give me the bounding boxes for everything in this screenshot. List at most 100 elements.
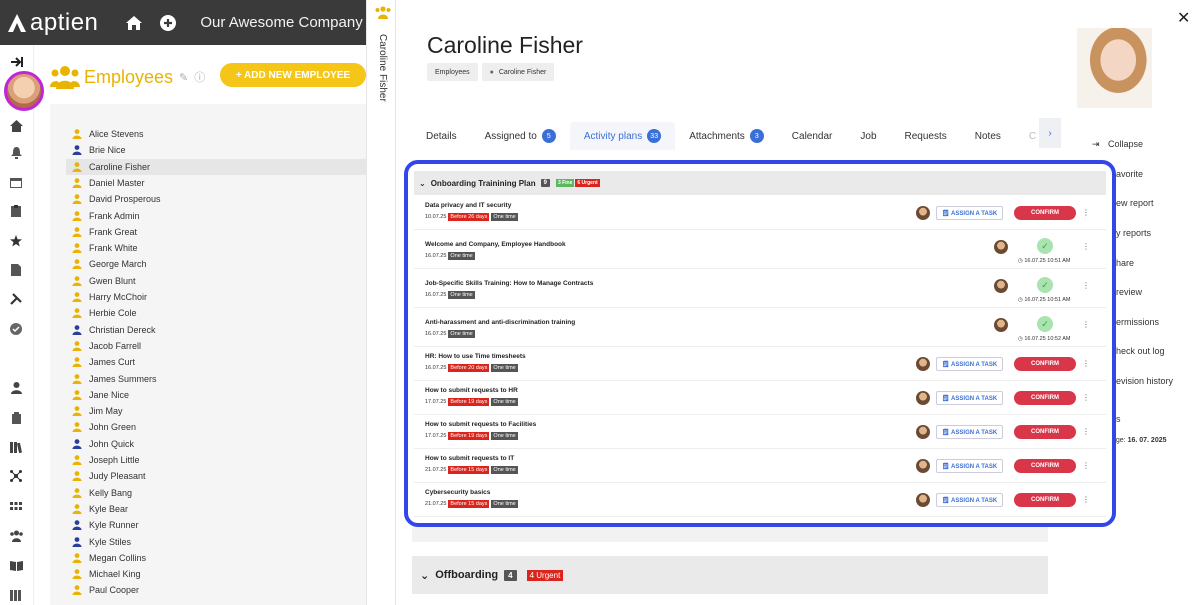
info-icon[interactable]: ⓘ [194, 69, 205, 85]
tab-job[interactable]: Job [846, 122, 890, 150]
more-icon[interactable]: ⋮ [1082, 359, 1090, 368]
employee-list-item[interactable]: John Green [72, 419, 366, 435]
tab-requests[interactable]: Requests [891, 122, 961, 150]
right-menu-item[interactable]: ermissions [1116, 317, 1159, 327]
assign-task-button[interactable]: 🗒 ASSIGN A TASK [936, 425, 1004, 439]
right-menu-item[interactable]: hare [1116, 258, 1134, 268]
library-icon[interactable] [9, 440, 23, 454]
add-icon[interactable] [158, 13, 178, 33]
assignee-avatar[interactable] [916, 357, 930, 371]
right-menu-item[interactable]: y reports [1116, 228, 1151, 238]
employee-list-item[interactable]: Kyle Stiles [72, 534, 366, 550]
confirm-button[interactable]: CONFIRM [1014, 459, 1076, 473]
employee-list-item[interactable]: Daniel Master [72, 175, 366, 191]
right-menu-item[interactable]: heck out log [1116, 346, 1165, 356]
tools-icon[interactable] [9, 292, 23, 306]
plan-header[interactable]: ⌄ Onboarding Trainining Plan 9 3 Fine 6 … [414, 171, 1106, 195]
employee-list-item[interactable]: Jane Nice [72, 387, 366, 403]
breadcrumb-current[interactable]: ● Caroline Fisher [481, 63, 555, 81]
tab-calendar[interactable]: Calendar [778, 122, 847, 150]
more-icon[interactable]: ⋮ [1082, 242, 1090, 251]
assign-task-button[interactable]: 🗒 ASSIGN A TASK [936, 493, 1004, 507]
close-icon[interactable]: ✕ [1177, 8, 1190, 28]
grid-icon[interactable] [9, 499, 23, 513]
confirm-button[interactable]: CONFIRM [1014, 425, 1076, 439]
more-icon[interactable]: ⋮ [1082, 281, 1090, 290]
assignee-avatar[interactable] [994, 240, 1008, 254]
network-icon[interactable] [9, 469, 23, 483]
chevron-down-icon[interactable]: ⌄ [420, 569, 429, 582]
employee-list-item[interactable]: Joseph Little [72, 452, 366, 468]
employee-list-item[interactable]: David Prosperous [72, 191, 366, 207]
assignee-avatar[interactable] [916, 391, 930, 405]
bell-icon[interactable] [9, 146, 23, 160]
tab-assigned-to[interactable]: Assigned to 5 [471, 122, 570, 150]
employee-list-item[interactable]: Frank Admin [72, 208, 366, 224]
confirm-button[interactable]: CONFIRM [1014, 493, 1076, 507]
building-icon[interactable] [9, 411, 23, 425]
employee-list-item[interactable]: Frank Great [72, 224, 366, 240]
assignee-avatar[interactable] [994, 318, 1008, 332]
right-menu-item[interactable]: ⇥ Collapse [1092, 139, 1143, 150]
confirm-button[interactable]: CONFIRM [1014, 357, 1076, 371]
person-icon[interactable] [9, 381, 23, 395]
assignee-avatar[interactable] [916, 425, 930, 439]
check-circle-icon[interactable] [9, 322, 23, 336]
more-icon[interactable]: ⋮ [1082, 461, 1090, 470]
more-icon[interactable]: ⋮ [1082, 427, 1090, 436]
assign-task-button[interactable]: 🗒 ASSIGN A TASK [936, 459, 1004, 473]
employee-list-item[interactable]: Caroline Fisher [66, 158, 366, 175]
employee-list-item[interactable]: Kelly Bang [72, 485, 366, 501]
more-icon[interactable]: ⋮ [1082, 393, 1090, 402]
assignee-avatar[interactable] [916, 206, 930, 220]
confirm-button[interactable]: CONFIRM [1014, 206, 1076, 220]
assign-task-button[interactable]: 🗒 ASSIGN A TASK [936, 206, 1004, 220]
employee-list-item[interactable]: Gwen Blunt [72, 273, 366, 289]
right-menu-item[interactable]: ew report [1116, 198, 1154, 208]
tab-notes[interactable]: Notes [961, 122, 1015, 150]
right-menu-item[interactable]: evision history [1116, 376, 1173, 386]
assign-task-button[interactable]: 🗒 ASSIGN A TASK [936, 357, 1004, 371]
assignee-avatar[interactable] [916, 493, 930, 507]
more-icon[interactable]: ⋮ [1082, 208, 1090, 217]
employee-list-item[interactable]: Judy Pleasant [72, 468, 366, 484]
more-icon[interactable]: ⋮ [1082, 495, 1090, 504]
assignee-avatar[interactable] [916, 459, 930, 473]
offboarding-header[interactable]: ⌄ Offboarding 4 4 Urgent [412, 556, 1048, 594]
right-menu-item[interactable]: review [1116, 287, 1142, 297]
clipboard-icon[interactable] [9, 204, 23, 218]
vertical-record-tab[interactable]: Caroline Fisher [366, 0, 396, 605]
assignee-avatar[interactable] [994, 279, 1008, 293]
right-menu-item[interactable]: avorite [1116, 169, 1143, 179]
employee-list-item[interactable]: Kyle Runner [72, 517, 366, 533]
employee-list-item[interactable]: James Curt [72, 354, 366, 370]
employee-list-item[interactable]: Kyle Bear [72, 501, 366, 517]
home-rail-icon[interactable] [9, 119, 23, 133]
confirm-button[interactable]: CONFIRM [1014, 391, 1076, 405]
assign-task-button[interactable]: 🗒 ASSIGN A TASK [936, 391, 1004, 405]
expand-icon[interactable] [9, 55, 23, 69]
star-icon[interactable] [9, 234, 23, 248]
chevron-down-icon[interactable]: ⌄ [419, 179, 426, 188]
add-new-employee-button[interactable]: + ADD NEW EMPLOYEE [220, 63, 366, 87]
pencil-icon[interactable]: ✎ [179, 71, 188, 84]
books-icon[interactable] [9, 588, 23, 602]
tab-details[interactable]: Details [412, 122, 471, 150]
document-icon[interactable] [9, 263, 23, 277]
breadcrumb-employees[interactable]: Employees [427, 63, 478, 81]
employee-list-item[interactable]: George March [72, 256, 366, 272]
home-icon[interactable] [124, 13, 144, 33]
user-avatar[interactable] [4, 71, 44, 111]
logo[interactable]: aptien [6, 9, 98, 37]
calendar-icon[interactable] [9, 175, 23, 189]
team-icon[interactable] [9, 529, 23, 543]
employee-list-item[interactable]: Jacob Farrell [72, 338, 366, 354]
employee-list-item[interactable]: Herbie Cole [72, 305, 366, 321]
employee-list-item[interactable]: Brie Nice [72, 142, 366, 158]
employee-list-item[interactable]: Jim May [72, 403, 366, 419]
employee-list-item[interactable]: Frank White [72, 240, 366, 256]
tab-activity-plans[interactable]: Activity plans 33 [569, 122, 676, 150]
more-icon[interactable]: ⋮ [1082, 320, 1090, 329]
employee-list-item[interactable]: Alice Stevens [72, 126, 366, 142]
employee-list-item[interactable]: James Summers [72, 371, 366, 387]
